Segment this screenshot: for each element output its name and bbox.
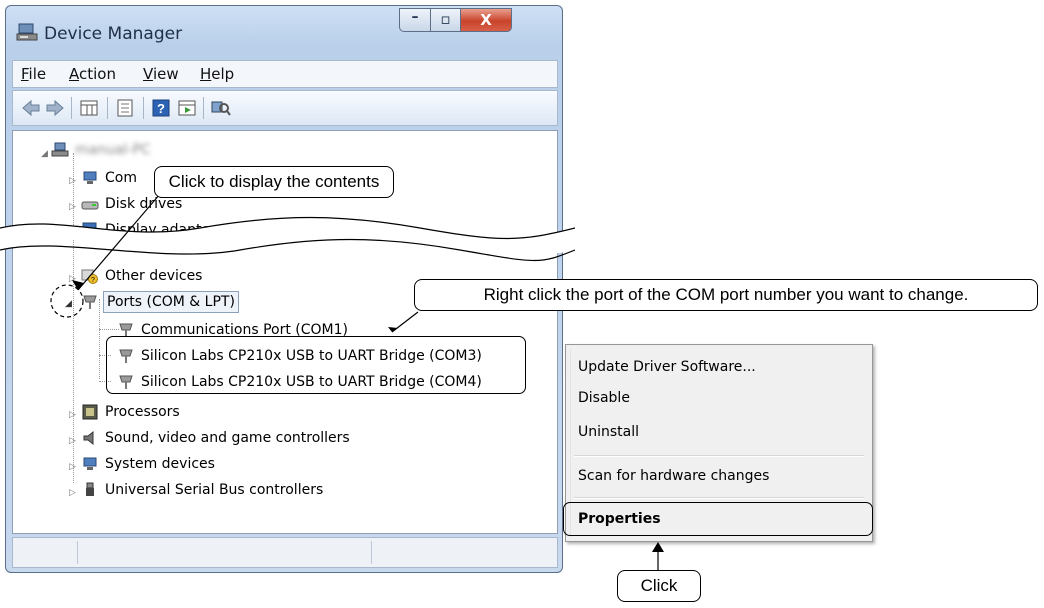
menu-item-scan[interactable]: Scan for hardware changes (578, 468, 769, 484)
callout-click: Click (617, 570, 701, 602)
menu-item-uninstall[interactable]: Uninstall (578, 424, 639, 440)
context-menu-separator (574, 497, 864, 499)
menu-item-disable[interactable]: Disable (578, 390, 630, 406)
menu-item-update-driver[interactable]: Update Driver Software... (578, 359, 756, 375)
arrowhead-icon (652, 542, 664, 552)
properties-highlight (563, 502, 873, 536)
callout-expand: Click to display the contents (154, 166, 394, 198)
callout-right-click: Right click the port of the COM port num… (414, 279, 1038, 311)
arrowhead-icon (72, 280, 84, 290)
callout-expand-pointer (77, 193, 161, 291)
context-menu-separator (574, 455, 864, 457)
arrowhead-icon (388, 327, 398, 332)
